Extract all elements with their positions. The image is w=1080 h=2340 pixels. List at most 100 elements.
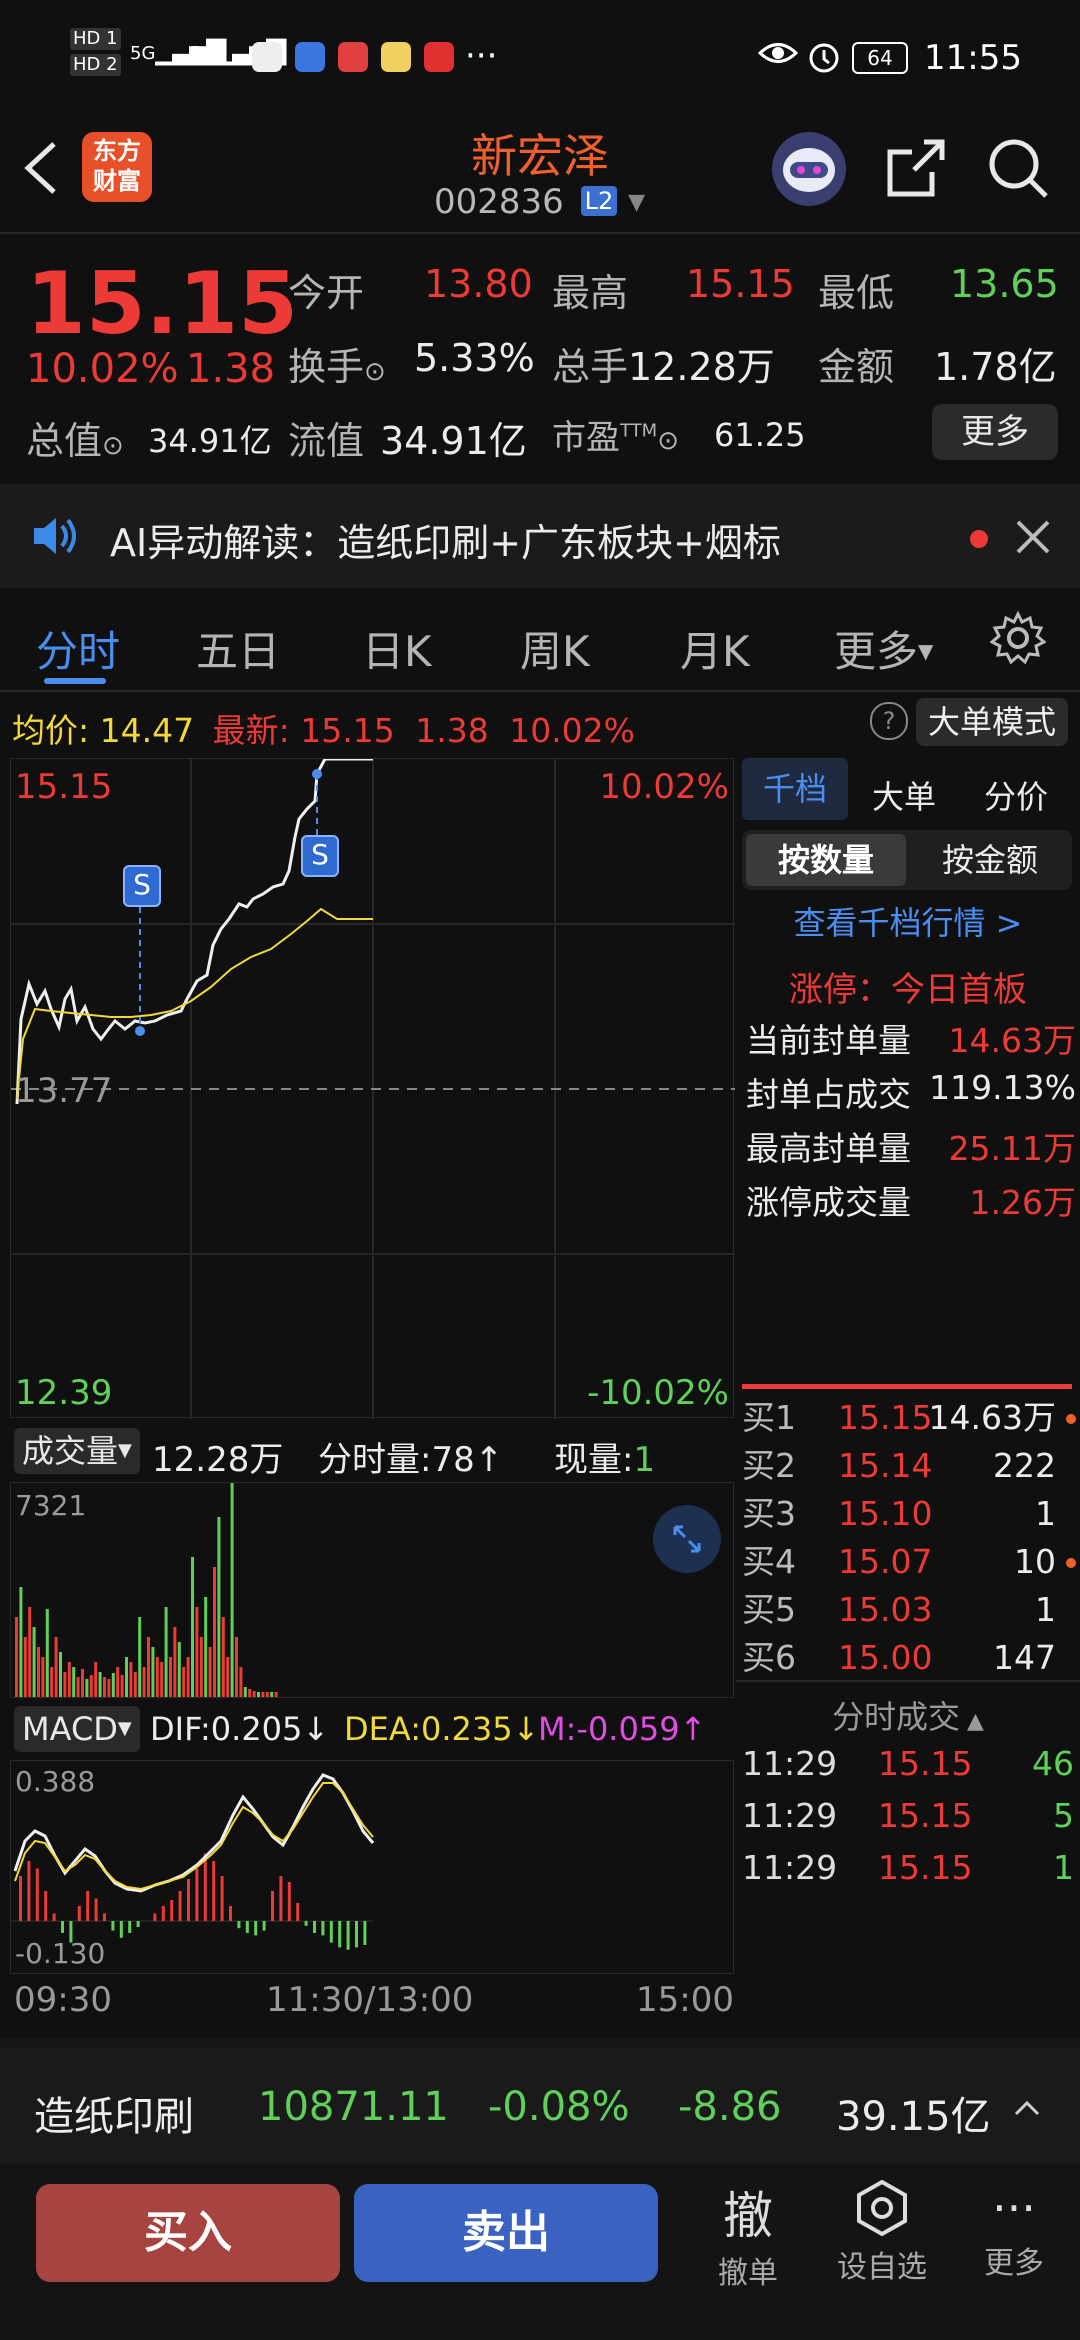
- change-amount: 1.38: [186, 346, 276, 392]
- macd-selector[interactable]: MACD▼: [14, 1706, 140, 1752]
- macd-bar: [329, 1921, 333, 1943]
- sub-tab-by-amount[interactable]: 按金额: [912, 834, 1068, 886]
- volume-bar: [111, 1673, 115, 1697]
- sell-signal-marker[interactable]: S: [123, 865, 161, 907]
- order-book-divider: [742, 1384, 1072, 1389]
- share-icon[interactable]: [884, 136, 948, 204]
- macd-bar: [103, 1913, 106, 1921]
- volume-bar: [37, 1647, 40, 1697]
- cancel-order-button[interactable]: 撤 撤单: [700, 2176, 796, 2292]
- tab-more[interactable]: 更多▼: [834, 618, 933, 679]
- big-order-mode-button[interactable]: 大单模式: [916, 698, 1068, 746]
- volume-bar: [221, 1617, 225, 1697]
- macd-bar: [35, 1868, 39, 1921]
- sub-tab-by-quantity[interactable]: 按数量: [746, 834, 906, 886]
- tab-weekly-k[interactable]: 周K: [520, 618, 590, 679]
- volume-bar: [261, 1692, 265, 1697]
- tab-intraday[interactable]: 分时: [36, 618, 120, 679]
- eye-icon: [757, 38, 799, 72]
- sector-bar[interactable]: 造纸印刷 10871.11 -0.08% -8.86 39.15亿: [0, 2048, 1080, 2164]
- order-book-row[interactable]: 买6 15.00 147: [742, 1641, 1076, 1674]
- macd-bar: [338, 1921, 342, 1948]
- macd-bar: [195, 1868, 199, 1921]
- macd-bar: [229, 1906, 232, 1921]
- tab-monthly-k[interactable]: 月K: [680, 618, 750, 679]
- high-value: 15.15: [686, 262, 795, 306]
- volume-bar: [63, 1672, 67, 1697]
- help-icon[interactable]: ?: [870, 702, 908, 740]
- stat-label: 最高封单量: [746, 1129, 911, 1168]
- order-book-row[interactable]: 买3 15.10 1: [742, 1494, 1076, 1533]
- side-tab-big-order[interactable]: 大单: [872, 772, 936, 818]
- sell-button[interactable]: 卖出: [354, 2184, 658, 2282]
- volume-chart[interactable]: 7321: [10, 1482, 734, 1698]
- order-qty: 1: [1035, 1494, 1056, 1533]
- volume-bar: [182, 1667, 186, 1697]
- order-qty: 222: [993, 1446, 1056, 1485]
- stat-label: 涨停成交量: [746, 1183, 911, 1222]
- stock-code-row[interactable]: 002836 L2 ▼: [434, 182, 645, 222]
- order-book-row[interactable]: 买5 15.03 1: [742, 1593, 1076, 1626]
- volume-bar: [257, 1692, 260, 1697]
- add-watchlist-button[interactable]: 设自选: [822, 2178, 942, 2286]
- volume-bar: [94, 1662, 98, 1697]
- volume-bar: [265, 1692, 269, 1697]
- signal-point: [135, 1026, 145, 1036]
- volume-bar: [155, 1657, 159, 1697]
- robot-assistant-icon[interactable]: [772, 132, 846, 206]
- order-book-row[interactable]: 买2 15.14 222: [742, 1446, 1076, 1485]
- macd-bottom-tick: -0.130: [15, 1937, 106, 1970]
- stat-value: 1.26万: [969, 1183, 1076, 1222]
- order-book-row[interactable]: 买1 15.15 14.63万: [742, 1402, 1076, 1434]
- tab-five-day[interactable]: 五日: [196, 618, 280, 679]
- macd-bar: [27, 1861, 31, 1921]
- cancel-label: 撤单: [718, 2256, 778, 2291]
- axis-top-price: 15.15: [15, 767, 113, 807]
- clock: 11:55: [924, 38, 1022, 78]
- volume-selector[interactable]: 成交量▼: [14, 1428, 140, 1474]
- amount-value: 1.78亿: [934, 345, 1057, 389]
- search-icon[interactable]: [986, 136, 1052, 206]
- more-quote-button[interactable]: 更多: [932, 404, 1058, 460]
- tab-active-indicator: [44, 678, 106, 684]
- trades-title[interactable]: 分时成交 ▲: [736, 1692, 1080, 1738]
- intraday-chart[interactable]: S S 15.15 10.02% 13.77 12.39 -10.02%: [10, 758, 735, 1419]
- volume-bar: [67, 1662, 71, 1697]
- order-price: 15.14: [838, 1446, 933, 1485]
- macd-dea: DEA:0.235↓: [344, 1710, 540, 1748]
- macd-header: MACD▼ DIF:0.205↓ DEA:0.235↓ M:-0.059↑: [10, 1700, 734, 1758]
- macd-svg: [11, 1773, 375, 1950]
- view-order-book-link[interactable]: 查看千档行情 >: [736, 898, 1080, 944]
- divider: [0, 690, 1080, 692]
- gear-icon[interactable]: [989, 610, 1047, 670]
- macd-bar: [279, 1876, 283, 1921]
- macd-bar: [153, 1913, 157, 1921]
- trade-row: 11:29 15.15 46: [742, 1744, 1076, 1796]
- tab-daily-k[interactable]: 日K: [362, 618, 432, 679]
- buy-button[interactable]: 买入: [36, 2184, 340, 2282]
- order-level: 买5: [742, 1590, 796, 1629]
- volume-bar: [98, 1672, 102, 1697]
- side-tab-thousand-level[interactable]: 千档: [742, 758, 848, 820]
- order-book-row[interactable]: 买4 15.07 10: [742, 1545, 1076, 1578]
- chevron-up-icon[interactable]: [1012, 2098, 1042, 2122]
- macd-chart[interactable]: 0.388 -0.130: [10, 1760, 734, 1974]
- order-book[interactable]: 买1 15.15 14.63万 买2 15.14 222 买3 15.10 1 买4 15.07 10…: [742, 1402, 1076, 1680]
- macd-bar: [128, 1921, 132, 1933]
- sell-signal-marker[interactable]: S: [301, 835, 339, 877]
- close-icon[interactable]: [1014, 518, 1052, 560]
- ai-alert-bar[interactable]: AI异动解读：造纸印刷+广东板块+烟标: [0, 484, 1080, 588]
- volume-bar: [217, 1517, 221, 1697]
- macd-m: M:-0.059↑: [538, 1710, 707, 1748]
- volume-bar: [50, 1667, 54, 1697]
- avg-value: 14.47: [99, 711, 195, 750]
- expand-icon[interactable]: [653, 1505, 721, 1573]
- order-price: 15.10: [838, 1494, 933, 1533]
- volume-bar: [239, 1667, 243, 1697]
- sub-tab-group: 按数量 按金额: [742, 830, 1072, 890]
- macd-bar: [178, 1891, 182, 1921]
- volume-bar: [147, 1637, 150, 1697]
- side-tab-price-dist[interactable]: 分价: [984, 772, 1048, 818]
- more-actions-button[interactable]: ··· 更多: [964, 2178, 1064, 2282]
- macd-bar: [111, 1921, 115, 1931]
